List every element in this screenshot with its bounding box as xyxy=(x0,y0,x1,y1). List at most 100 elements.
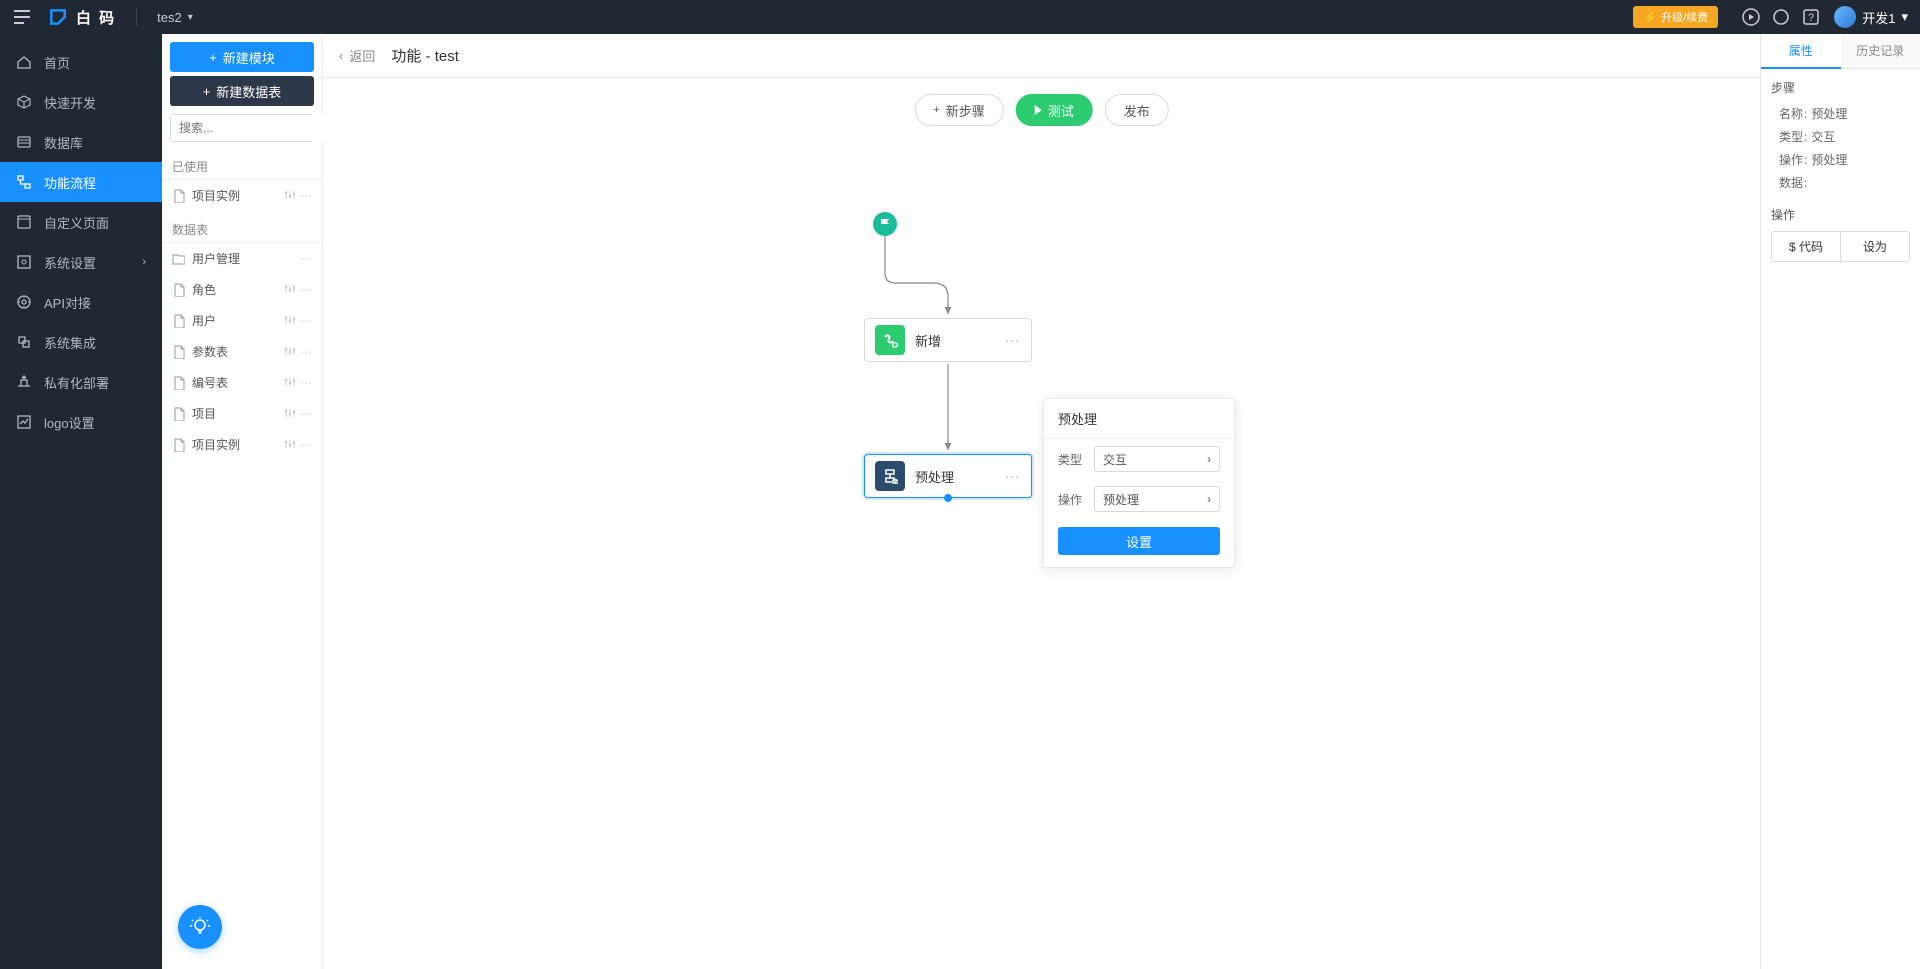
chevron-left-icon: ‹ xyxy=(339,48,343,63)
tree-group[interactable]: 用户管理 ⋯ xyxy=(162,243,322,274)
tree-item[interactable]: 角色 ⋯ xyxy=(162,274,322,305)
more-icon[interactable]: ⋯ xyxy=(300,252,312,266)
page-icon xyxy=(16,214,32,230)
flow-canvas[interactable]: + 新步骤 测试 发布 xyxy=(323,78,1760,969)
upgrade-button[interactable]: ⚡ 升级/续费 xyxy=(1633,6,1718,28)
nav-item-box[interactable]: 快速开发 xyxy=(0,82,162,122)
back-button[interactable]: ‹ 返回 xyxy=(339,46,375,65)
tree-item[interactable]: 用户⋯ xyxy=(162,305,322,336)
settings-icon[interactable] xyxy=(284,189,296,203)
tab-history[interactable]: 历史记录 xyxy=(1841,34,1920,69)
file-icon xyxy=(172,407,186,421)
nav-item-page[interactable]: 自定义页面 xyxy=(0,202,162,242)
settings-icon[interactable] xyxy=(284,438,296,452)
node-more-button[interactable]: ⋮ xyxy=(1005,470,1021,483)
nav-label: 自定义页面 xyxy=(44,213,109,232)
panel-step-header: 步骤 xyxy=(1771,79,1910,96)
node-preprocess-icon: </> xyxy=(875,461,905,491)
node-more-button[interactable]: ⋮ xyxy=(1005,334,1021,347)
start-node[interactable] xyxy=(873,212,897,236)
nav-item-home[interactable]: 首页 xyxy=(0,42,162,82)
tree-item[interactable]: 项目⋯ xyxy=(162,398,322,429)
settings-icon[interactable] xyxy=(284,283,296,297)
tab-attributes[interactable]: 属性 xyxy=(1761,34,1841,69)
tree-item[interactable]: 项目实例⋯ xyxy=(162,180,322,211)
test-button[interactable]: 测试 xyxy=(1016,94,1093,126)
file-icon xyxy=(172,283,186,297)
db-icon xyxy=(16,134,32,150)
settings-icon[interactable] xyxy=(284,314,296,328)
nav-label: 系统集成 xyxy=(44,333,96,352)
nav-item-api[interactable]: API对接 xyxy=(0,282,162,322)
lightning-icon: ⚡ xyxy=(1643,11,1657,24)
hint-fab[interactable] xyxy=(178,905,222,949)
nav-label: 首页 xyxy=(44,53,70,72)
search-input[interactable] xyxy=(171,115,342,141)
tree-item[interactable]: 项目实例 ⋯ xyxy=(162,429,322,460)
tree-item[interactable]: 参数表⋯ xyxy=(162,336,322,367)
content-header: ‹ 返回 功能 - test xyxy=(323,34,1760,78)
brand-text: 白 码 xyxy=(76,7,116,28)
deploy-icon xyxy=(16,374,32,390)
more-icon[interactable]: ⋯ xyxy=(300,376,312,390)
popover-action-select[interactable]: 预处理 › xyxy=(1094,486,1220,512)
nav-item-db[interactable]: 数据库 xyxy=(0,122,162,162)
popover-action-label: 操作 xyxy=(1058,491,1094,508)
help-icon: ? xyxy=(1803,9,1819,25)
prop-name-label: 名称 xyxy=(1779,105,1807,122)
settings-icon[interactable] xyxy=(284,407,296,421)
more-icon[interactable]: ⋯ xyxy=(300,314,312,328)
tree-item-label: 用户管理 xyxy=(192,250,294,267)
help-button[interactable]: ? xyxy=(1796,9,1826,25)
tree-item-label: 编号表 xyxy=(192,374,278,391)
prop-type-label: 类型 xyxy=(1779,128,1807,145)
node-port[interactable] xyxy=(944,494,952,502)
flag-icon xyxy=(879,218,891,230)
more-icon[interactable]: ⋯ xyxy=(300,283,312,297)
popover-config-button[interactable]: 设置 xyxy=(1058,527,1220,555)
more-icon[interactable]: ⋯ xyxy=(300,345,312,359)
nav-item-integrate[interactable]: 系统集成 xyxy=(0,322,162,362)
caret-down-icon: ▾ xyxy=(1901,9,1908,25)
chevron-right-icon: › xyxy=(142,256,146,268)
prop-action-value: 预处理 xyxy=(1811,151,1847,168)
plus-icon: + xyxy=(933,104,939,116)
publish-button[interactable]: 发布 xyxy=(1105,94,1169,126)
main-nav: 首页快速开发数据库功能流程自定义页面系统设置 › API对接系统集成私有化部署 log… xyxy=(0,34,162,969)
settings-icon[interactable] xyxy=(284,345,296,359)
code-button[interactable]: $ 代码 xyxy=(1772,232,1841,261)
caret-down-icon: ▾ xyxy=(188,12,193,23)
folder-icon xyxy=(172,252,186,266)
svg-text:</>: </> xyxy=(891,480,898,484)
bulb-icon xyxy=(189,916,211,938)
page-title: 功能 - test xyxy=(391,45,459,66)
more-icon[interactable]: ⋯ xyxy=(300,407,312,421)
tree-item[interactable]: 编号表 ⋯ xyxy=(162,367,322,398)
more-icon[interactable]: ⋯ xyxy=(300,438,312,452)
setas-button[interactable]: 设为 xyxy=(1841,232,1909,261)
nav-label: 系统设置 xyxy=(44,253,96,272)
panel-op-header: 操作 xyxy=(1771,206,1910,223)
new-module-button[interactable]: + 新建模块 xyxy=(170,42,314,72)
play-button[interactable] xyxy=(1736,8,1766,26)
menu-toggle[interactable] xyxy=(12,7,32,27)
theme-button[interactable] xyxy=(1766,9,1796,25)
tree-item-label: 角色 xyxy=(192,281,278,298)
new-step-button[interactable]: + 新步骤 xyxy=(914,94,1003,126)
app-selector[interactable]: tes2 ▾ xyxy=(157,10,193,25)
settings-icon[interactable] xyxy=(284,376,296,390)
more-icon[interactable]: ⋯ xyxy=(300,189,312,203)
tree-item-label: 项目实例 xyxy=(192,436,278,453)
user-menu[interactable]: 开发1 ▾ xyxy=(1834,6,1908,28)
nav-item-flow[interactable]: 功能流程 xyxy=(0,162,162,202)
new-table-button[interactable]: + 新建数据表 xyxy=(170,76,314,106)
popover-type-select[interactable]: 交互 › xyxy=(1094,446,1220,472)
logo-icon xyxy=(48,7,68,27)
nav-label: 私有化部署 xyxy=(44,373,109,392)
nav-item-deploy[interactable]: 私有化部署 xyxy=(0,362,162,402)
flow-node-preprocess[interactable]: </> 预处理 ⋮ xyxy=(864,454,1032,498)
nav-item-settings[interactable]: 系统设置 › xyxy=(0,242,162,282)
flow-icon xyxy=(16,174,32,190)
nav-item-logo[interactable]: logo设置 xyxy=(0,402,162,442)
flow-node-add[interactable]: 新增 ⋮ xyxy=(864,318,1032,362)
